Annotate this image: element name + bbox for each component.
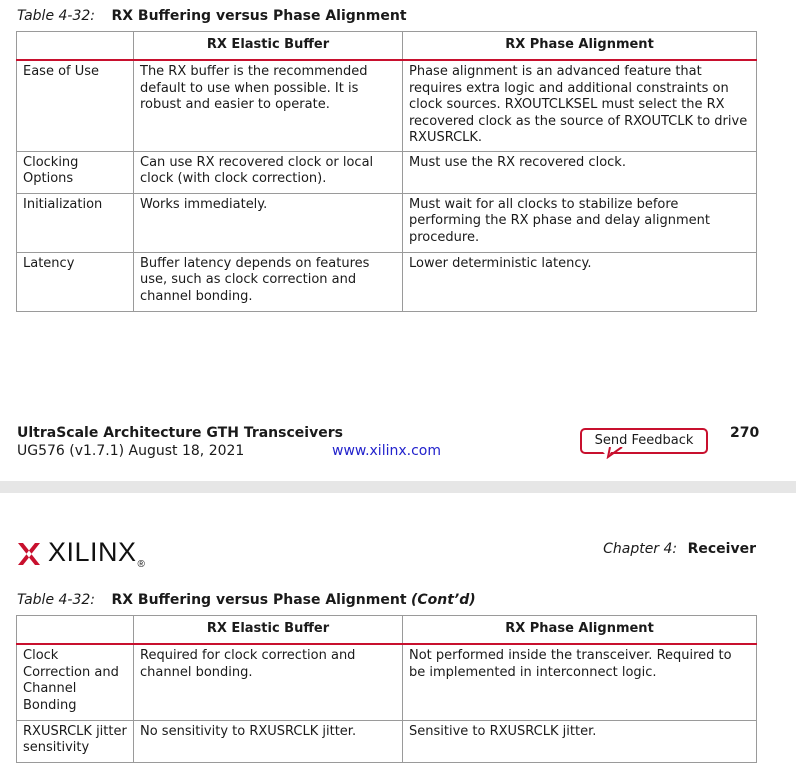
elastic-buffer-cell: The RX buffer is the recommended default… bbox=[133, 59, 403, 152]
phase-alignment-cell: Must use the RX recovered clock. bbox=[402, 150, 757, 194]
table-title: RX Buffering versus Phase Alignment bbox=[111, 8, 407, 24]
row-label: Ease of Use bbox=[16, 59, 134, 152]
page-number: 270 bbox=[730, 425, 760, 441]
table-title: RX Buffering versus Phase Alignment bbox=[111, 592, 407, 608]
table-number: Table 4-32: bbox=[17, 8, 95, 24]
header-cell-phase-alignment: RX Phase Alignment bbox=[402, 31, 757, 61]
header-cell-elastic-buffer: RX Elastic Buffer bbox=[133, 31, 403, 61]
chapter-name: Receiver bbox=[687, 541, 756, 557]
header-cell-blank bbox=[16, 615, 134, 645]
continued-label: (Cont’d) bbox=[410, 592, 476, 608]
header-row: RX Elastic Buffer RX Phase Alignment bbox=[16, 615, 757, 645]
elastic-buffer-cell: Buffer latency depends on features use, … bbox=[133, 251, 403, 312]
table-caption: Table 4-32: RX Buffering versus Phase Al… bbox=[17, 8, 407, 24]
phase-alignment-cell: Phase alignment is an advanced feature t… bbox=[402, 59, 757, 152]
phase-alignment-cell: Not performed inside the transceiver. Re… bbox=[402, 643, 757, 721]
table-row: Clocking Options Can use RX recovered cl… bbox=[16, 150, 757, 194]
xilinx-x-icon bbox=[18, 542, 40, 565]
comparison-table: RX Elastic Buffer RX Phase Alignment Eas… bbox=[16, 31, 757, 312]
page-separator bbox=[0, 481, 796, 493]
table-caption-continued: Table 4-32: RX Buffering versus Phase Al… bbox=[17, 592, 476, 608]
header-cell-elastic-buffer: RX Elastic Buffer bbox=[133, 615, 403, 645]
table-row: Ease of Use The RX buffer is the recomme… bbox=[16, 59, 757, 152]
table-row: Initialization Works immediately. Must w… bbox=[16, 192, 757, 253]
elastic-buffer-cell: No sensitivity to RXUSRCLK jitter. bbox=[133, 719, 403, 763]
table-row: Clock Correction and Channel Bonding Req… bbox=[16, 643, 757, 721]
elastic-buffer-cell: Can use RX recovered clock or local cloc… bbox=[133, 150, 403, 194]
header-row: RX Elastic Buffer RX Phase Alignment bbox=[16, 31, 757, 61]
phase-alignment-cell: Must wait for all clocks to stabilize be… bbox=[402, 192, 757, 253]
row-label: Latency bbox=[16, 251, 134, 312]
document-title: UltraScale Architecture GTH Transceivers bbox=[17, 425, 343, 441]
header-cell-phase-alignment: RX Phase Alignment bbox=[402, 615, 757, 645]
phase-alignment-cell: Lower deterministic latency. bbox=[402, 251, 757, 312]
row-label: Clocking Options bbox=[16, 150, 134, 194]
chapter-label: Chapter 4: bbox=[603, 541, 678, 557]
table-row: Latency Buffer latency depends on featur… bbox=[16, 251, 757, 312]
phase-alignment-cell: Sensitive to RXUSRCLK jitter. bbox=[402, 719, 757, 763]
row-label: Initialization bbox=[16, 192, 134, 253]
table-number: Table 4-32: bbox=[17, 592, 95, 608]
speech-bubble-tail-icon bbox=[598, 447, 623, 459]
chapter-heading: Chapter 4: Receiver bbox=[603, 541, 756, 557]
row-label: Clock Correction and Channel Bonding bbox=[16, 643, 134, 721]
elastic-buffer-cell: Required for clock correction and channe… bbox=[133, 643, 403, 721]
header-cell-blank bbox=[16, 31, 134, 61]
xilinx-link[interactable]: www.xilinx.com bbox=[332, 443, 441, 459]
elastic-buffer-cell: Works immediately. bbox=[133, 192, 403, 253]
table-row: RXUSRCLK jitter sensitivity No sensitivi… bbox=[16, 719, 757, 763]
comparison-table-continued: RX Elastic Buffer RX Phase Alignment Clo… bbox=[16, 615, 757, 763]
xilinx-wordmark: XILINX® bbox=[48, 537, 146, 571]
row-label: RXUSRCLK jitter sensitivity bbox=[16, 719, 134, 763]
xilinx-logo: XILINX® bbox=[17, 537, 145, 570]
document-id: UG576 (v1.7.1) August 18, 2021 bbox=[17, 443, 245, 459]
